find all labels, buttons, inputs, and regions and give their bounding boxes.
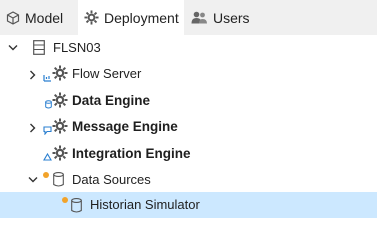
tree-node-label: Data Sources (72, 172, 151, 187)
gear-icon (52, 92, 68, 108)
tab-deployment-label: Deployment (104, 9, 179, 26)
gear-icon (84, 10, 99, 25)
tree-node-message-engine[interactable]: Message Engine (0, 114, 377, 140)
tab-bar: Model Deployment Users (0, 0, 377, 35)
chevron-down-icon[interactable] (8, 44, 18, 52)
tab-model-label: Model (25, 9, 64, 26)
gear-icon (52, 145, 68, 161)
gear-icon (52, 65, 68, 81)
gear-icon (52, 118, 68, 134)
chevron-right-icon[interactable] (29, 70, 37, 80)
tree-node-label: Integration Engine (72, 146, 191, 161)
database-icon (53, 172, 64, 187)
status-dot-icon (62, 197, 68, 203)
chevron-right-icon[interactable] (29, 123, 37, 133)
chevron-down-icon[interactable] (28, 176, 38, 184)
tree-node-data-engine[interactable]: Data Engine (0, 88, 377, 114)
tree-node-integration-engine[interactable]: Integration Engine (0, 141, 377, 167)
status-dot-icon (43, 172, 49, 178)
tree-node-flsn03[interactable]: FLSN03 (0, 35, 377, 61)
flow-badge-icon (43, 75, 51, 82)
tree-node-label: Flow Server (72, 66, 142, 81)
cube-icon (6, 10, 20, 25)
tree-node-label: Historian Simulator (90, 197, 200, 212)
tab-deployment[interactable]: Deployment (78, 0, 184, 35)
database-icon (71, 198, 82, 213)
tab-users-label: Users (213, 9, 250, 26)
server-icon (33, 40, 45, 55)
tree-node-historian-simulator[interactable]: Historian Simulator (0, 192, 377, 218)
tree-node-label: Message Engine (72, 119, 178, 134)
tree-node-data-sources[interactable]: Data Sources (0, 167, 377, 193)
tab-users[interactable]: Users (191, 0, 251, 35)
message-badge-icon (43, 126, 52, 135)
tree-node-label: Data Engine (72, 93, 151, 108)
integration-badge-icon (43, 153, 52, 161)
tree-node-flow-server[interactable]: Flow Server (0, 61, 377, 87)
users-icon (191, 11, 207, 23)
tree-node-label: FLSN03 (53, 40, 101, 55)
tab-model[interactable]: Model (6, 0, 72, 35)
database-badge-icon (45, 100, 52, 109)
